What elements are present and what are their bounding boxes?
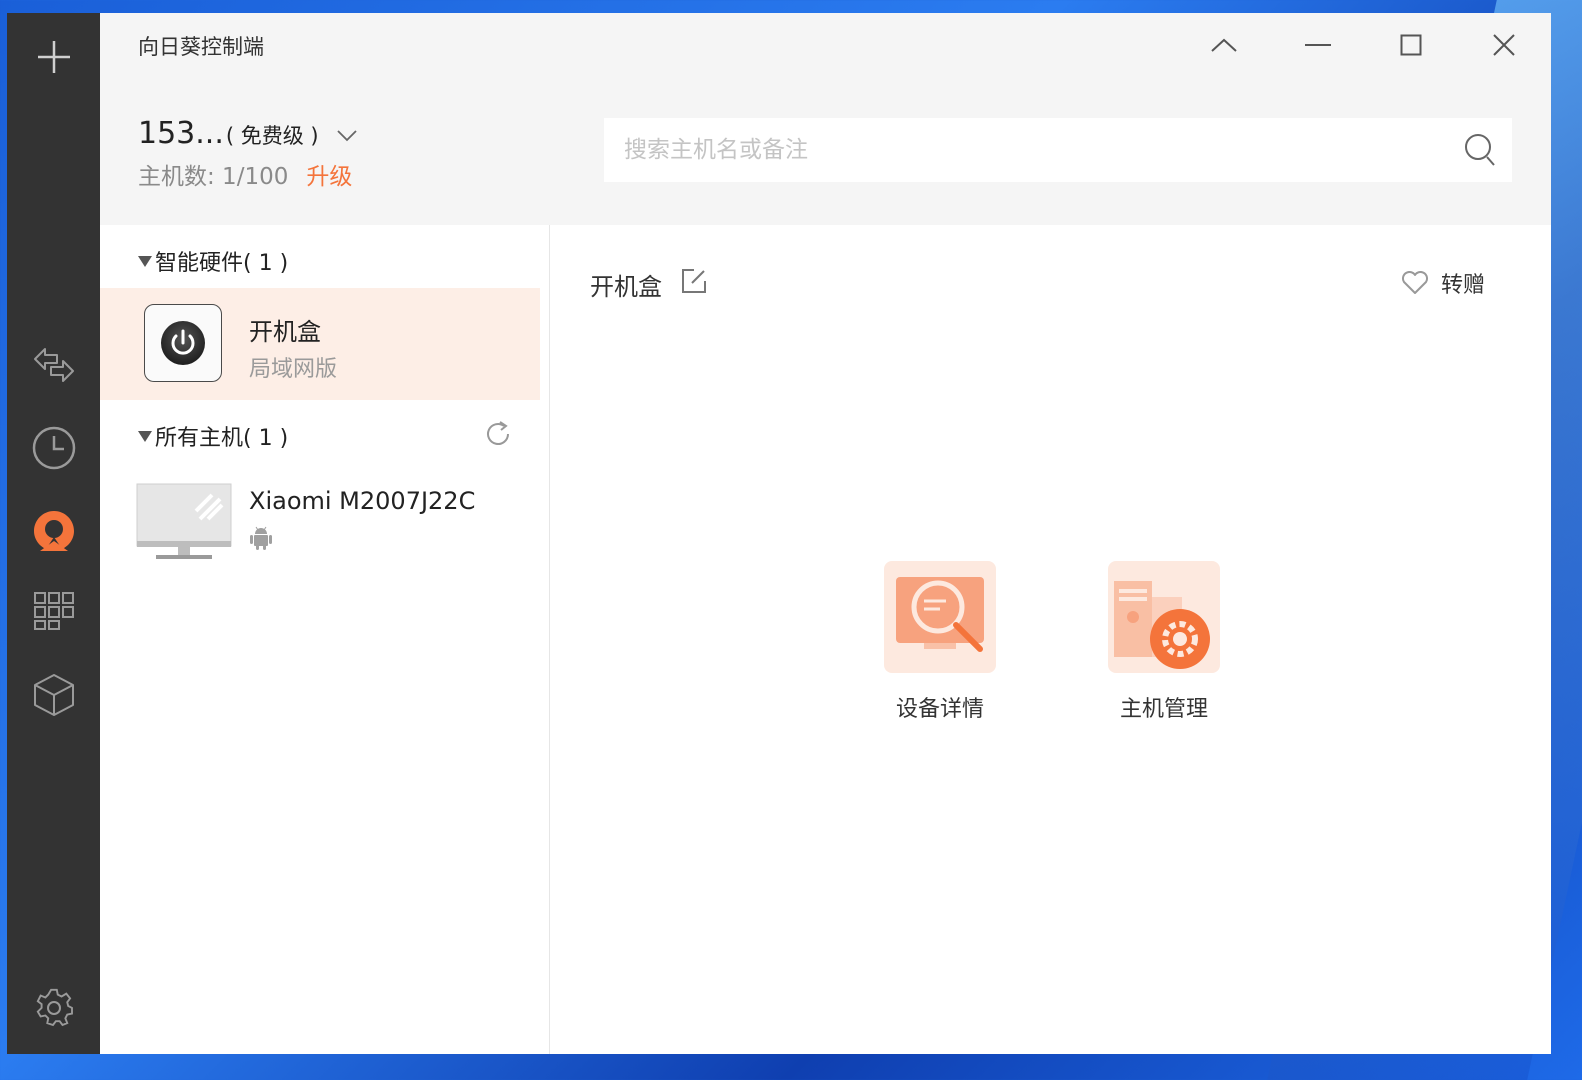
host-count-label: 主机数: 1/100 <box>138 164 289 190</box>
heart-icon <box>1401 271 1428 294</box>
nav-settings[interactable] <box>7 977 100 1037</box>
maximize-button[interactable] <box>1391 27 1431 63</box>
collapse-button[interactable] <box>1204 27 1244 63</box>
host-name: Xiaomi M2007J22C <box>249 487 476 515</box>
device-name: 开机盒 <box>249 318 321 346</box>
history-icon <box>32 426 75 470</box>
account-id: 153... <box>138 116 224 151</box>
group-all-hosts-label: 所有主机( 1 ) <box>155 426 289 451</box>
search-input[interactable] <box>604 118 1448 182</box>
nav-transfer[interactable] <box>7 335 100 395</box>
nav-remote-control[interactable] <box>7 501 100 561</box>
host-management-icon <box>1108 561 1220 673</box>
host-management-button[interactable]: 主机管理 <box>1089 561 1239 723</box>
header: 向日葵控制端 153... ( 免费级 ) 主机数: 1/100 升级 <box>100 13 1551 225</box>
group-smart-hardware[interactable]: 智能硬件( 1 ) <box>138 245 288 277</box>
device-details-button[interactable]: 设备详情 <box>865 561 1015 723</box>
nav-history[interactable] <box>7 418 100 478</box>
monitor-icon <box>136 483 232 559</box>
minimize-button[interactable] <box>1298 27 1338 63</box>
main-area: 向日葵控制端 153... ( 免费级 ) 主机数: 1/100 升级 搜索主机… <box>100 13 1551 1054</box>
transfer-icon <box>33 348 74 382</box>
search-icon <box>1465 134 1495 166</box>
host-count: 主机数: 1/100 升级 <box>138 157 352 191</box>
left-nav <box>7 13 100 1054</box>
search-box <box>604 118 1512 182</box>
android-icon <box>250 526 272 550</box>
close-icon <box>1493 34 1515 56</box>
host-management-label: 主机管理 <box>1119 697 1208 722</box>
chevron-down-icon <box>336 129 357 141</box>
list-item-device[interactable]: 开机盒 局域网版 <box>100 288 540 400</box>
chevron-up-icon <box>1211 38 1237 52</box>
search-button[interactable] <box>1448 118 1512 182</box>
group-all-hosts[interactable]: 所有主机( 1 ) <box>138 420 288 452</box>
list-item-host[interactable]: Xiaomi M2007J22C <box>100 475 540 565</box>
apps-grid-icon <box>33 592 74 630</box>
app-window: 向日葵控制端 153... ( 免费级 ) 主机数: 1/100 升级 搜索主机… <box>7 13 1551 1054</box>
group-smart-hardware-label: 智能硬件( 1 ) <box>155 251 289 276</box>
upgrade-link[interactable]: 升级 <box>306 164 352 190</box>
remote-control-icon <box>33 511 74 551</box>
minimize-icon <box>1305 44 1331 46</box>
detail-title: 开机盒 <box>590 273 662 301</box>
gift-button[interactable]: 转赠 <box>1401 267 1485 299</box>
gift-label: 转赠 <box>1440 273 1485 298</box>
power-box-icon <box>144 304 222 382</box>
detail-panel: 开机盒 转赠 设备详情 主机管理 <box>550 225 1551 1054</box>
settings-icon <box>36 988 73 1027</box>
device-subtitle: 局域网版 <box>249 357 338 382</box>
device-details-icon <box>884 561 996 673</box>
edit-icon[interactable] <box>680 267 708 295</box>
device-details-label: 设备详情 <box>895 697 984 722</box>
nav-hardware[interactable] <box>7 665 100 725</box>
cube-icon <box>33 674 74 716</box>
host-list-panel: 智能硬件( 1 ) 开机盒 局域网版 所有主机( 1 ) Xiaomi M200… <box>100 225 550 1054</box>
account-level: ( 免费级 ) <box>225 124 319 148</box>
maximize-icon <box>1400 34 1422 56</box>
collapse-triangle-icon <box>138 430 152 442</box>
add-button[interactable] <box>7 27 100 87</box>
nav-apps[interactable] <box>7 581 100 641</box>
app-title: 向日葵控制端 <box>138 35 264 59</box>
refresh-icon[interactable] <box>484 420 512 448</box>
close-button[interactable] <box>1484 27 1524 63</box>
account-selector[interactable]: 153... ( 免费级 ) <box>138 116 357 151</box>
collapse-triangle-icon <box>138 255 152 267</box>
add-icon <box>37 41 70 73</box>
